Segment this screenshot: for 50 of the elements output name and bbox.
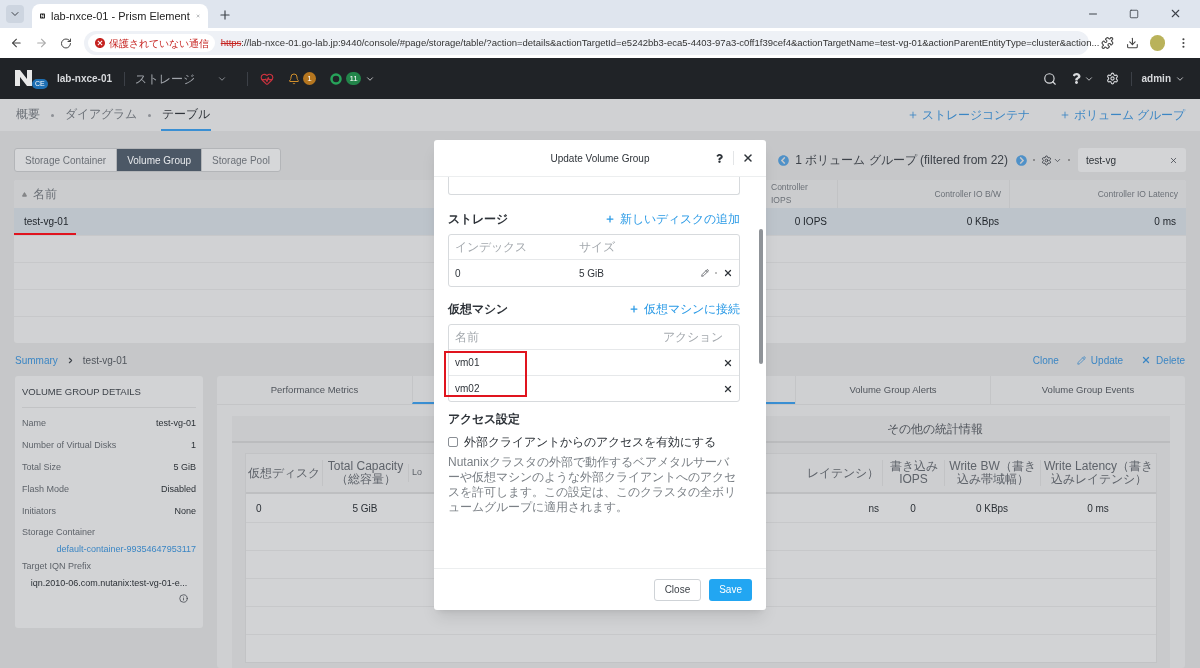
table-cell-text: vm01 bbox=[455, 356, 480, 370]
field-value: 5 GiB bbox=[173, 460, 196, 474]
column-header: サイズ bbox=[579, 239, 615, 256]
checkbox-label: 外部クライアントからのアクセスを有効にする bbox=[464, 434, 716, 451]
cluster-name: lab-nxce-01 bbox=[57, 72, 113, 86]
column-header: Total Capacity（総容量） bbox=[322, 460, 408, 486]
table-cell-text: 5 GiB bbox=[579, 266, 605, 281]
tab-title: lab-nxce-01 - Prism Element bbox=[50, 8, 190, 24]
pager-summary: 1 ボリューム グループ (filtered from 22) bbox=[795, 152, 1008, 169]
section-heading: ストレージ bbox=[448, 211, 508, 228]
table-cell-text: 0 KBps bbox=[966, 215, 999, 229]
field-label: Number of Virtual Disks bbox=[22, 438, 117, 452]
table-cell-text: vm02 bbox=[455, 382, 480, 396]
section-title: その他の統計情報 bbox=[887, 420, 983, 438]
column-header: 書き込み IOPS bbox=[882, 460, 944, 486]
section-heading: 仮想マシン bbox=[448, 301, 508, 318]
breadcrumb-current: test-vg-01 bbox=[82, 353, 128, 368]
table-cell-text: 0 KBps bbox=[974, 501, 1010, 516]
field-value: Disabled bbox=[160, 482, 196, 496]
field-label: Name bbox=[22, 416, 46, 430]
table-cell-text: 0 bbox=[909, 501, 917, 516]
table-cell-text: 0 bbox=[255, 501, 263, 516]
field-value: None bbox=[174, 504, 196, 518]
table-cell-text: 0 bbox=[455, 266, 462, 281]
table-cell-text: 0 ms bbox=[1086, 501, 1110, 516]
column-header: アクション bbox=[663, 329, 723, 346]
table-cell-text: 0 IOPS bbox=[794, 215, 827, 229]
field-label: Target IQN Prefix bbox=[22, 560, 93, 574]
column-header: 仮想ディスク bbox=[247, 465, 321, 482]
column-header: インデックス bbox=[455, 239, 528, 256]
field-label: Initiators bbox=[22, 504, 56, 518]
table-cell-text: 5 GiB bbox=[351, 501, 379, 516]
table-cell-text: 0 ms bbox=[1154, 215, 1176, 229]
table-cell: test-vg-01 bbox=[24, 216, 69, 227]
field-label: Storage Container bbox=[22, 526, 97, 540]
field-value: iqn.2010-06.com.nutanix:test-vg-01-e... bbox=[30, 576, 188, 590]
table-cell-text: ns bbox=[868, 501, 880, 516]
column-header: 名前 bbox=[455, 329, 479, 346]
dialog-title: Update Volume Group bbox=[550, 151, 650, 166]
field-label: Total Size bbox=[22, 460, 62, 474]
column-header: Write BW（書き込み帯域幅） bbox=[944, 460, 1040, 486]
column-header: Lo bbox=[412, 466, 422, 480]
field-value: test-vg-01 bbox=[155, 416, 196, 430]
field-value: 1 bbox=[191, 438, 196, 452]
column-header: レイテンシ） bbox=[807, 465, 879, 482]
section-heading: アクセス設定 bbox=[448, 411, 521, 428]
description-text: Nutanixクラスタの外部で動作するベアメタルサーバーや仮想マシンのような外部クライアントへのアクセスを許可します。この設定は、このクラスタの全ボリュームグループに適用されます。 bbox=[448, 455, 737, 515]
panel-title: VOLUME GROUP DETAILS bbox=[22, 376, 196, 409]
field-label: Flash Mode bbox=[22, 482, 70, 496]
column-header: Write Latency（書き込みレイテンシ） bbox=[1040, 460, 1156, 486]
